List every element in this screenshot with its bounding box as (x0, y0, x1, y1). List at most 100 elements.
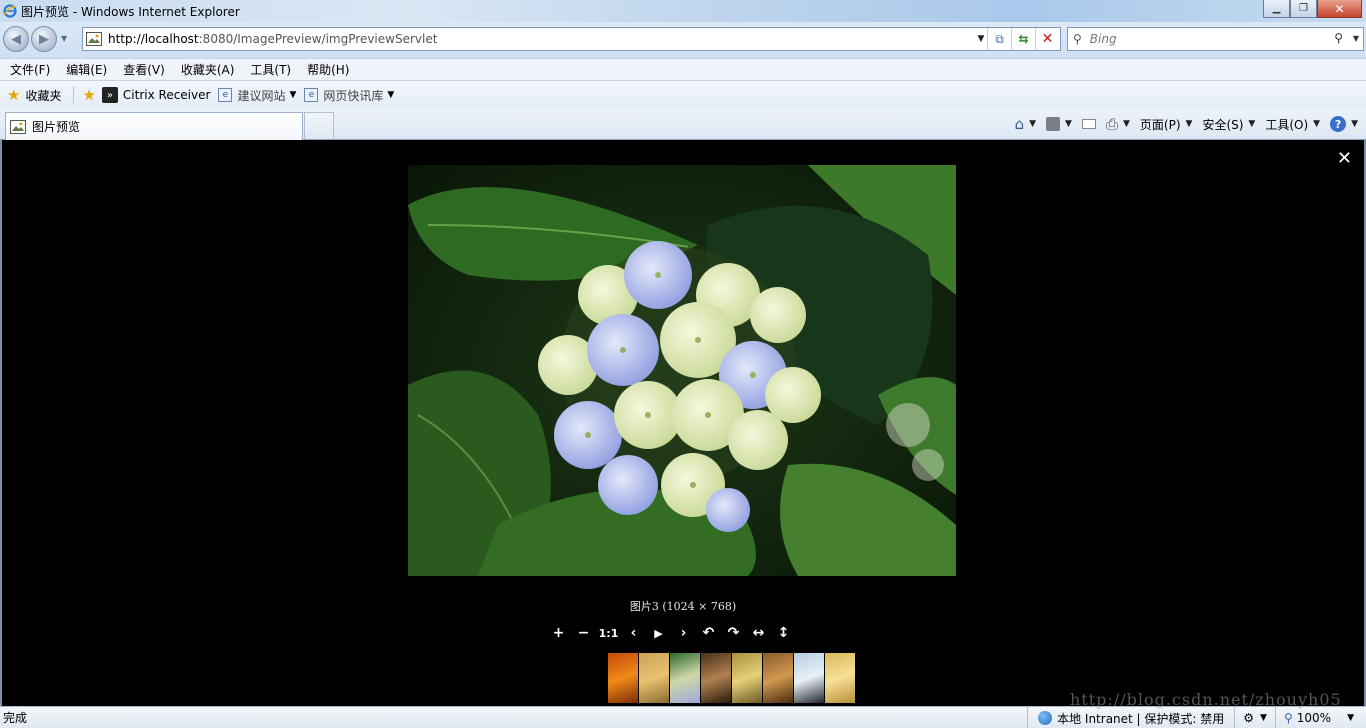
play-slideshow-button[interactable]: ▶ (646, 627, 671, 640)
window-title-bar[interactable]: 图片预览 - Windows Internet Explorer ▁ ❐ ✕ (0, 0, 1366, 22)
chevron-down-icon: ▼ (1029, 119, 1037, 129)
rotate-right-button[interactable]: ↷ (721, 625, 746, 641)
image-caption: 图片3 (1024 × 768) (629, 600, 737, 613)
chevron-down-icon: ▼ (1260, 713, 1267, 723)
close-window-button[interactable]: ✕ (1317, 0, 1362, 18)
rotate-left-button[interactable]: ↶ (696, 625, 721, 641)
watermark-text: http://blog.csdn.net/zhouyh05 (1070, 690, 1342, 709)
forward-button[interactable]: ▶ (31, 26, 57, 52)
zoom-out-button[interactable]: − (571, 625, 596, 641)
read-mail-button[interactable] (1081, 119, 1096, 129)
rss-feed-icon (1046, 117, 1061, 131)
chevron-down-icon: ▼ (1313, 119, 1321, 129)
suggested-sites-label: 建议网站 (237, 88, 286, 103)
search-icon[interactable]: ⚲ (1334, 31, 1343, 45)
command-bar: ⌂ ▼ ▼ ⎙ ▼ 页面(P) ▼ 安全(S) ▼ 工具(O) ▼ ? ▼ (1005, 112, 1358, 136)
globe-icon (1038, 711, 1053, 725)
print-button[interactable]: ⎙ ▼ (1106, 115, 1130, 133)
back-arrow-icon: ◀ (11, 31, 21, 47)
favorite-citrix-receiver[interactable]: » Citrix Receiver (101, 87, 211, 103)
thumbnail-thumb-2[interactable] (639, 653, 669, 703)
thumbnail-thumb-7[interactable] (794, 653, 824, 703)
tab-row: 图片预览 ⌂ ▼ ▼ ⎙ ▼ 页面(P) ▼ 安全(S) ▼ 工具(O) ▼ ? ▼ (0, 109, 1366, 140)
safety-menu-label: 安全(S) (1202, 117, 1244, 132)
add-favorite-icon[interactable]: ★ (82, 86, 95, 104)
favorite-suggested-sites[interactable]: e 建议网站 ▼ (218, 87, 296, 104)
ie-logo-icon (3, 4, 17, 18)
menu-edit[interactable]: 编辑(E) (60, 61, 113, 78)
actual-size-button[interactable]: 1:1 (596, 627, 621, 640)
next-image-button[interactable]: › (671, 625, 696, 641)
refresh-icon[interactable]: ⇆ (1011, 28, 1035, 50)
tab-image-preview[interactable]: 图片预览 (5, 112, 303, 140)
page-menu-label: 页面(P) (1139, 117, 1181, 132)
window-title: 图片预览 - Windows Internet Explorer (21, 4, 240, 19)
thumbnail-thumb-8[interactable] (825, 653, 855, 703)
page-image-icon (86, 32, 102, 46)
flip-vertical-button[interactable]: ↕ (771, 625, 796, 641)
citrix-icon: » (101, 87, 118, 103)
help-icon: ? (1330, 116, 1347, 132)
maximize-button[interactable]: ❐ (1290, 0, 1317, 18)
forward-arrow-icon: ▶ (39, 31, 49, 47)
status-text: 完成 (3, 711, 28, 725)
thumbnail-thumb-3[interactable] (670, 653, 700, 703)
viewer-toolbar: + − 1:1 ‹ ▶ › ↶ ↷ ↔ ↕ (546, 624, 796, 642)
address-bar[interactable]: http://localhost:8080/ImagePreview/imgPr… (82, 27, 1061, 51)
web-slice-gallery-label: 网页快讯库 (323, 88, 384, 103)
page-menu-button[interactable]: 页面(P) ▼ (1140, 116, 1193, 133)
favorites-button[interactable]: ★ 收藏夹 (0, 86, 61, 104)
compatibility-view-icon[interactable]: ⧉ (987, 28, 1011, 50)
favorite-citrix-label: Citrix Receiver (122, 88, 211, 102)
close-icon[interactable]: ✕ (1337, 148, 1352, 169)
chevron-down-icon: ▼ (1351, 119, 1358, 129)
favorites-divider (73, 86, 75, 104)
chevron-down-icon: ▼ (1065, 119, 1072, 129)
url-host: http://localhost (108, 32, 199, 46)
thumbnail-thumb-4[interactable] (701, 653, 731, 703)
menu-view[interactable]: 查看(V) (117, 61, 171, 78)
menu-help[interactable]: 帮助(H) (301, 61, 355, 78)
minimize-button[interactable]: ▁ (1263, 0, 1290, 18)
favorites-bar: ★ 收藏夹 ★ » Citrix Receiver e 建议网站 ▼ e 网页快… (0, 81, 1366, 109)
status-bar: 完成 本地 Intranet | 保护模式: 禁用 ⚙ ▼ ⚲ 100% ▼ (0, 706, 1366, 728)
menu-favorites[interactable]: 收藏夹(A) (175, 61, 241, 78)
safety-menu-button[interactable]: 安全(S) ▼ (1202, 116, 1255, 133)
tab-label: 图片预览 (32, 120, 81, 134)
tools-menu-button[interactable]: 工具(O) ▼ (1265, 116, 1320, 133)
favorites-label: 收藏夹 (25, 88, 62, 103)
page-image-icon (10, 119, 26, 134)
search-box[interactable]: ⚲ Bing ⚲ ▼ (1067, 27, 1364, 51)
zoom-magnifier-icon: ⚲ (1283, 711, 1293, 725)
home-button[interactable]: ⌂ ▼ (1015, 115, 1036, 133)
security-zone[interactable]: 本地 Intranet | 保护模式: 禁用 (1027, 707, 1234, 728)
thumbnail-strip (608, 653, 856, 703)
url-text[interactable]: http://localhost:8080/ImagePreview/imgPr… (108, 32, 437, 46)
search-input[interactable]: Bing (1090, 32, 1117, 46)
thumbnail-thumb-1[interactable] (608, 653, 638, 703)
menu-file[interactable]: 文件(F) (4, 61, 56, 78)
thumbnail-thumb-5[interactable] (732, 653, 762, 703)
search-options-dropdown-icon[interactable]: ▼ (1353, 34, 1359, 43)
ie-page-icon: e (304, 88, 319, 102)
star-icon: ★ (7, 86, 21, 104)
back-button[interactable]: ◀ (3, 26, 29, 52)
previous-image-button[interactable]: ‹ (621, 625, 646, 641)
help-menu-button[interactable]: ? ▼ (1330, 116, 1358, 132)
ie-page-icon: e (218, 88, 233, 102)
flip-horizontal-button[interactable]: ↔ (746, 625, 771, 641)
history-dropdown-icon[interactable]: ▼ (61, 34, 67, 43)
menu-tools[interactable]: 工具(T) (244, 61, 297, 78)
url-path: :8080/ImagePreview/imgPreviewServlet (198, 32, 438, 46)
thumbnail-thumb-6[interactable] (763, 653, 793, 703)
chevron-down-icon: ▼ (1248, 119, 1256, 129)
stop-icon[interactable]: ✕ (1035, 28, 1059, 50)
menu-bar: 文件(F) 编辑(E) 查看(V) 收藏夹(A) 工具(T) 帮助(H) (0, 58, 1366, 81)
favorite-web-slice-gallery[interactable]: e 网页快讯库 ▼ (304, 87, 394, 104)
new-tab-button[interactable] (304, 112, 334, 139)
add-ons-button[interactable]: ⚙ ▼ (1234, 707, 1275, 728)
preview-image[interactable] (408, 165, 956, 576)
zoom-in-button[interactable]: + (546, 625, 571, 641)
feeds-button[interactable]: ▼ (1046, 117, 1072, 131)
zoom-control[interactable]: ⚲ 100% ▼ (1274, 707, 1362, 728)
